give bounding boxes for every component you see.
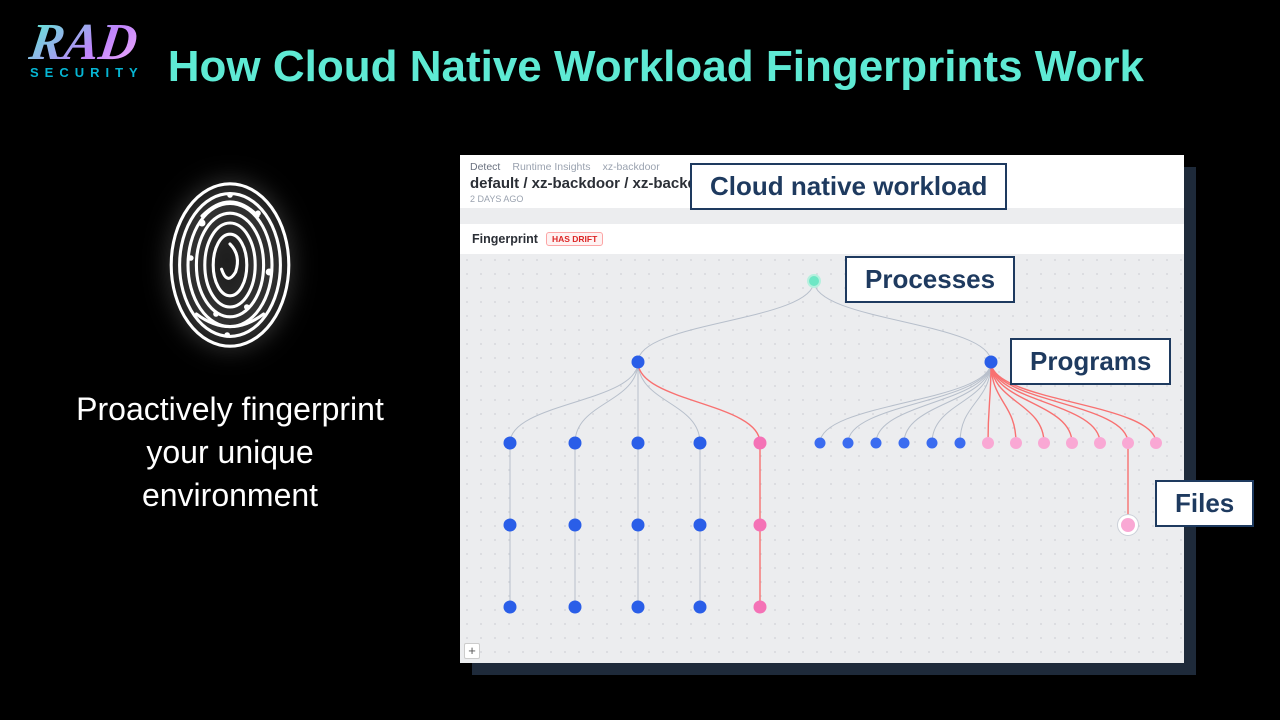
tree-node[interactable] [504,437,517,450]
tree-node[interactable] [569,519,582,532]
tree-node[interactable] [694,601,707,614]
fingerprint-panel: Detect Runtime Insights xz-backdoor defa… [460,155,1184,663]
tree-node[interactable] [1094,437,1106,449]
tree-node[interactable] [754,437,767,450]
fingerprint-row: Fingerprint HAS DRIFT [460,224,1184,254]
zoom-in-button[interactable]: + [464,643,480,659]
graph-edges [460,253,1184,663]
tree-node[interactable] [504,601,517,614]
tree-node[interactable] [1038,437,1050,449]
tree-node[interactable] [982,437,994,449]
tree-node[interactable] [569,601,582,614]
crumb-runtime[interactable]: Runtime Insights [512,161,590,173]
tree-node[interactable] [927,438,938,449]
tree-node[interactable] [1122,437,1134,449]
tree-node[interactable] [694,437,707,450]
tree-node[interactable] [985,356,998,369]
tree-node[interactable] [632,519,645,532]
logo-brand: RAD [27,20,140,67]
logo: RAD SECURITY [30,20,144,80]
crumb-xz[interactable]: xz-backdoor [603,161,660,173]
crumb-detect[interactable]: Detect [470,161,500,173]
page-title: How Cloud Native Workload Fingerprints W… [168,42,1144,92]
tree-node[interactable] [871,438,882,449]
tree-node[interactable] [1121,518,1135,532]
tree-node[interactable] [632,601,645,614]
tree-node[interactable] [955,438,966,449]
tree-node[interactable] [899,438,910,449]
header: RAD SECURITY How Cloud Native Workload F… [0,0,1280,92]
tree-node[interactable] [694,519,707,532]
tree-node[interactable] [569,437,582,450]
tree-node[interactable] [807,274,821,288]
label-processes: Processes [845,256,1015,303]
label-workload: Cloud native workload [690,163,1007,210]
fingerprint-icon [160,170,300,360]
fingerprint-panel-wrap: Detect Runtime Insights xz-backdoor defa… [460,155,1184,663]
drift-badge: HAS DRIFT [546,232,603,246]
tree-node[interactable] [1010,437,1022,449]
tree-node[interactable] [504,519,517,532]
tree-node[interactable] [632,437,645,450]
tree-node[interactable] [1150,437,1162,449]
tree-node[interactable] [815,438,826,449]
tree-node[interactable] [1066,437,1078,449]
graph-area[interactable]: + [460,253,1184,663]
tree-node[interactable] [843,438,854,449]
label-programs: Programs [1010,338,1171,385]
tree-node[interactable] [754,601,767,614]
label-files: Files [1155,480,1254,527]
left-column: Proactively fingerprint your unique envi… [60,170,400,518]
tree-node[interactable] [632,356,645,369]
tagline: Proactively fingerprint your unique envi… [60,388,400,518]
tree-node[interactable] [754,519,767,532]
fingerprint-label: Fingerprint [472,232,538,246]
